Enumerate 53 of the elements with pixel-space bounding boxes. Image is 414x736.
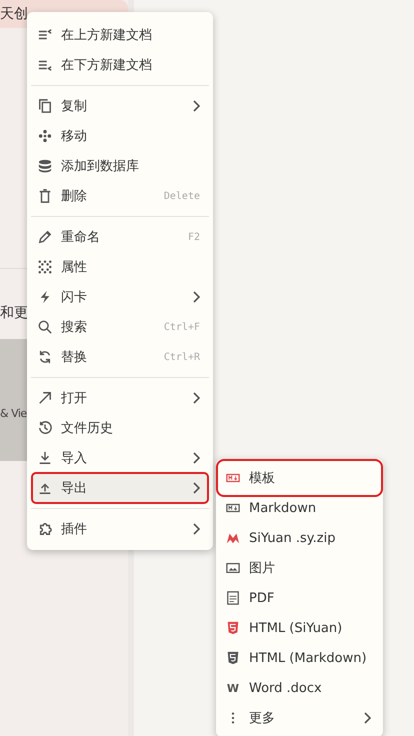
menu-item[interactable]: PDF [220,583,379,613]
html5-icon [226,651,240,665]
menu-item[interactable]: 导出 [32,473,208,503]
menu-item[interactable]: 图片 [220,553,379,583]
menu-item[interactable]: 移动 [32,121,208,151]
menu-item[interactable]: 搜索 Ctrl+F [32,312,208,342]
arrow-icon [38,391,52,405]
menu-item[interactable]: 属性 [32,252,208,282]
lines-arrow-icon [38,28,52,42]
menu-item[interactable]: 闪卡 [32,282,208,312]
menu-item[interactable]: HTML (Markdown) [220,643,379,673]
search-icon [38,320,52,334]
menu-item[interactable]: W Word .docx [220,673,379,703]
menu-item[interactable]: 重命名 F2 [32,222,208,252]
menu-item[interactable]: 文件历史 [32,413,208,443]
download-icon [38,451,52,465]
upload-icon [38,481,52,495]
menu-item[interactable]: 导入 [32,443,208,473]
menu-item[interactable]: 复制 [32,91,208,121]
pdf-icon [226,591,240,605]
history-icon [38,421,52,435]
lightning-icon [38,290,52,304]
menu-item[interactable]: SiYuan .sy.zip [220,523,379,553]
database-icon [38,159,52,173]
menu-item[interactable]: 插件 [32,514,208,544]
logo-icon [226,531,240,545]
shortcut-label: Ctrl+R [164,352,200,362]
menu-item[interactable]: 在下方新建文档 [32,50,208,80]
image-icon [226,561,240,575]
menu-item[interactable]: HTML (SiYuan) [220,613,379,643]
menu-item[interactable]: 替换 Ctrl+R [32,342,208,372]
menu-item[interactable]: 模板 [220,463,379,493]
move-icon [38,129,52,143]
menu-item[interactable]: Markdown [220,493,379,523]
copy-icon [38,99,52,113]
html5-icon [226,621,240,635]
shortcut-label: F2 [188,232,200,242]
menu-item[interactable]: 更多 [220,703,379,733]
markdown-icon [226,501,240,515]
shortcut-label: Delete [164,190,200,202]
menu-item[interactable]: 添加到数据库 [32,151,208,181]
pencil-icon [38,230,52,244]
trash-icon [38,189,52,203]
dots-icon [38,260,52,274]
menu-item[interactable]: 删除 Delete [32,181,208,211]
puzzle-icon [38,522,52,536]
lines-arrow-icon [38,58,52,72]
menu-item[interactable]: 在上方新建文档 [32,20,208,50]
menu-item[interactable]: 打开 [32,383,208,413]
letter-icon: W [226,682,240,694]
refresh-icon [38,350,52,364]
shortcut-label: Ctrl+F [164,322,200,332]
markdown-icon [226,471,240,485]
